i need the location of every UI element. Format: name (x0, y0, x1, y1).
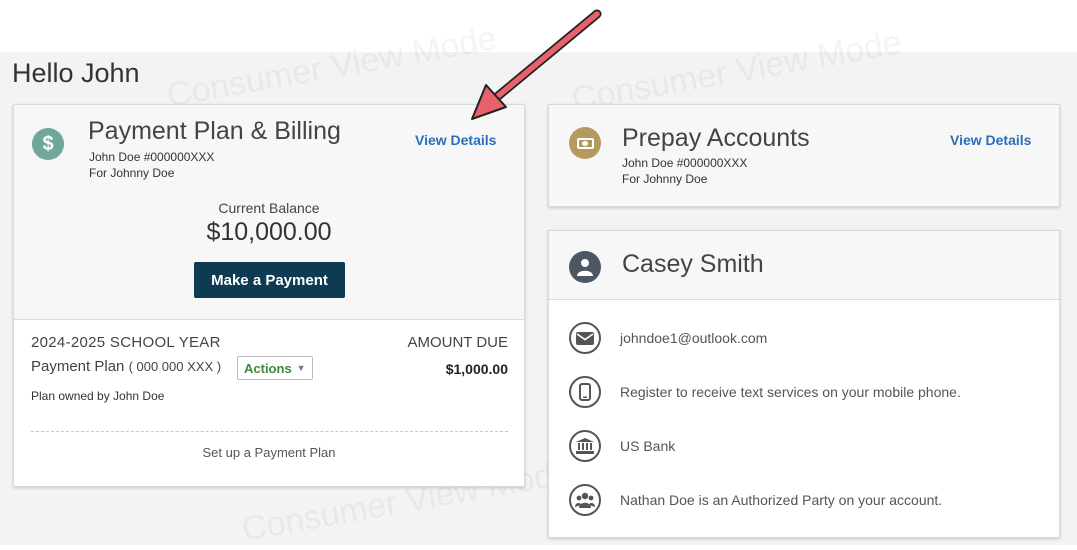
arrow-annotation (471, 9, 602, 120)
text-services-link[interactable]: Register to receive text services on you… (620, 384, 961, 400)
authorized-party-text: Nathan Doe is an Authorized Party on you… (620, 492, 943, 508)
profile-name: Casey Smith (622, 250, 764, 278)
billing-title: Payment Plan & Billing (88, 117, 341, 145)
billing-card: $ Payment Plan & Billing View Details Jo… (13, 104, 525, 487)
current-balance-label: Current Balance (218, 200, 320, 216)
divider (31, 431, 508, 432)
payment-plan-number: ( 000 000 XXX ) (128, 359, 222, 374)
school-year-label: 2024-2025 SCHOOL YEAR (31, 334, 221, 351)
email-text: johndoe1@outlook.com (620, 330, 768, 346)
profile-card: Casey Smith johndoe1@outlook.com Registe… (548, 230, 1060, 538)
prepay-account: John Doe #000000XXX (622, 156, 748, 170)
caret-down-icon: ▼ (296, 363, 306, 373)
actions-dropdown[interactable]: Actions ▼ (237, 356, 313, 380)
prepay-view-details-link[interactable]: View Details (950, 132, 1031, 148)
bank-text: US Bank (620, 438, 676, 454)
money-bill-icon (569, 127, 601, 159)
envelope-icon (569, 322, 601, 354)
setup-payment-plan-link[interactable]: Set up a Payment Plan (14, 445, 524, 460)
users-group-icon (569, 484, 601, 516)
payment-plan-label: Payment Plan ( 000 000 XXX ) (31, 358, 221, 375)
prepay-title: Prepay Accounts (622, 124, 810, 152)
prepay-for: For Johnny Doe (622, 172, 708, 186)
user-icon (569, 251, 601, 283)
billing-view-details-link[interactable]: View Details (415, 132, 496, 148)
current-balance-value: $10,000.00 (206, 218, 332, 246)
bank-icon (569, 430, 601, 462)
actions-label: Actions (244, 360, 292, 376)
amount-due-label: AMOUNT DUE (407, 334, 508, 351)
mobile-phone-icon (569, 376, 601, 408)
prepay-card: Prepay Accounts View Details John Doe #0… (548, 104, 1060, 207)
greeting: Hello John (12, 58, 140, 88)
amount-due-value: $1,000.00 (445, 361, 508, 377)
dollar-icon: $ (32, 128, 64, 160)
payment-plan-text: Payment Plan (31, 358, 125, 375)
billing-account: John Doe #000000XXX (89, 150, 215, 164)
billing-for: For Johnny Doe (89, 166, 175, 180)
make-payment-button[interactable]: Make a Payment (194, 262, 345, 298)
plan-owner: Plan owned by John Doe (31, 389, 165, 403)
